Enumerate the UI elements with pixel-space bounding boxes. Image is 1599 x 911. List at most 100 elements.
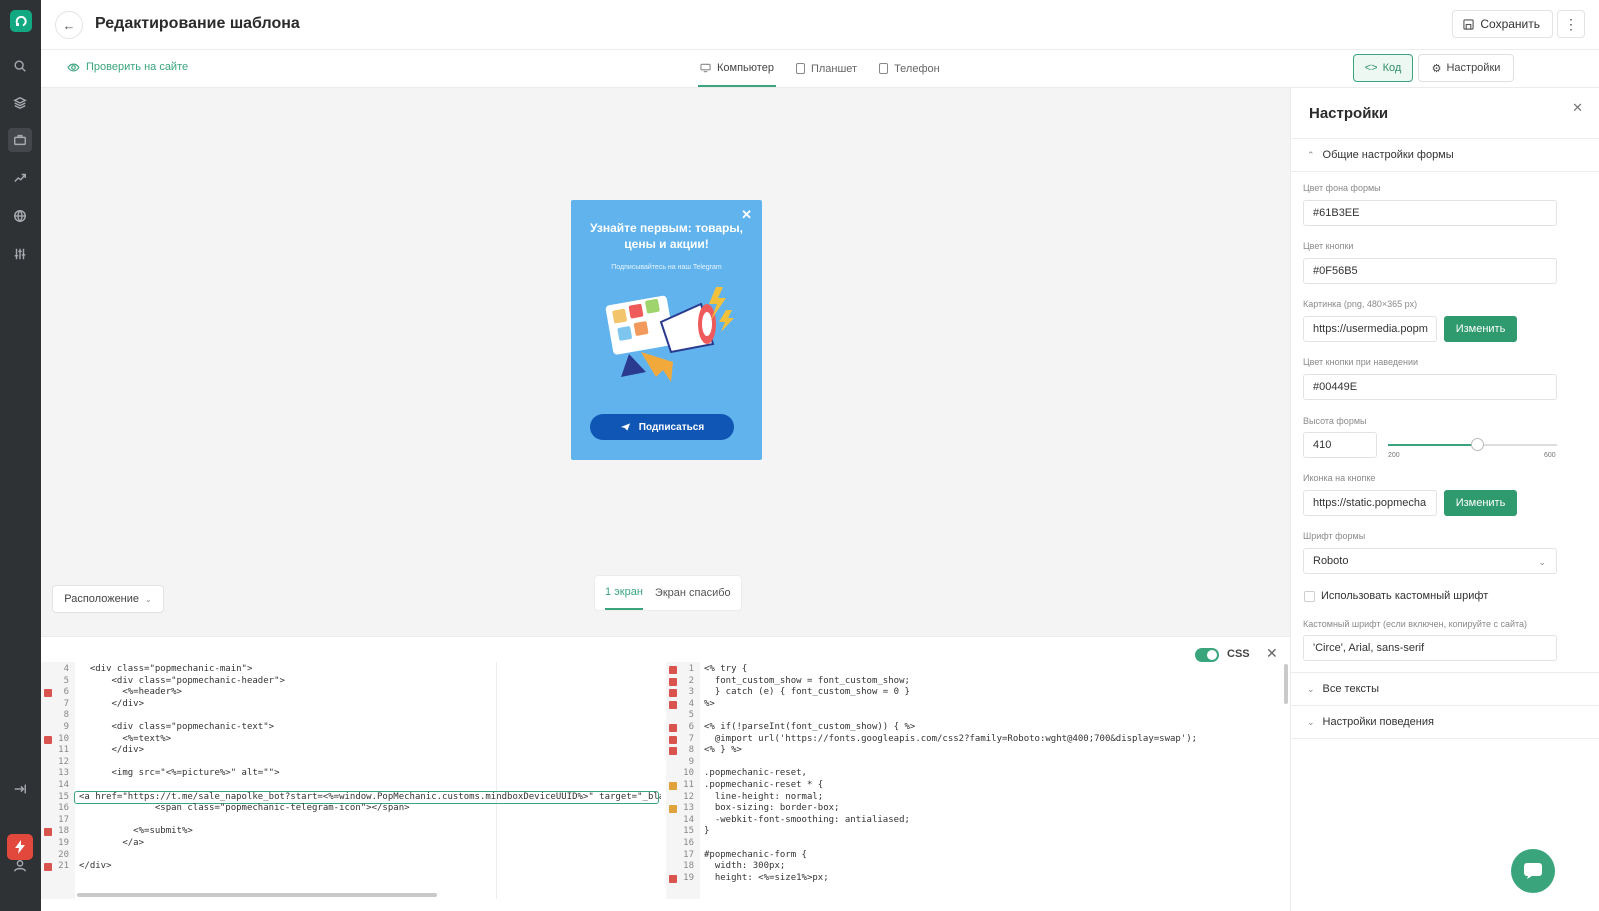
tab-tablet[interactable]: Планшет [794, 50, 859, 87]
code-line[interactable]: 7 </div> [41, 699, 661, 711]
code-line[interactable]: 19 height: <%=size1%>px; [666, 873, 1290, 885]
line-number: 6 [63, 687, 69, 698]
line-number: 2 [688, 675, 694, 686]
sliders-icon[interactable] [10, 244, 30, 264]
code-line[interactable]: 10 <%=text%> [41, 734, 661, 746]
tab-phone[interactable]: Телефон [877, 50, 942, 87]
settings-label: Настройки [1446, 62, 1501, 74]
height-field[interactable]: 410 [1303, 432, 1377, 458]
css-toggle[interactable] [1195, 648, 1219, 662]
html-editor[interactable]: 4 <div class="popmechanic-main"> 5 <div c… [41, 662, 661, 899]
code-line[interactable]: 19 </a> [41, 838, 661, 850]
code-line[interactable]: 4 %> [666, 699, 1290, 711]
search-icon[interactable] [10, 56, 30, 76]
close-settings-icon[interactable]: ✕ [1572, 100, 1583, 116]
picture-url-field[interactable]: https://usermedia.popm [1303, 316, 1437, 342]
code-line[interactable]: 9 <div class="popmechanic-text"> [41, 722, 661, 734]
code-text: </a> [79, 838, 145, 848]
trending-icon[interactable] [10, 168, 30, 188]
code-line[interactable]: 4 <div class="popmechanic-main"> [41, 664, 661, 676]
close-code-icon[interactable]: ✕ [1266, 645, 1278, 662]
code-text: @import url('https://fonts.googleapis.co… [704, 733, 1198, 744]
screen-tabs: 1 экран Экран спасибо [594, 575, 742, 611]
code-text: font_custom_show = font_custom_show; [704, 675, 910, 686]
custom-font-checkbox[interactable] [1304, 591, 1315, 602]
custom-font-checkbox-label: Использовать кастомный шрифт [1321, 590, 1489, 602]
code-line[interactable]: 6 <%=header%> [41, 687, 661, 699]
change-picture-button[interactable]: Изменить [1444, 316, 1517, 342]
code-text: <%=header%> [79, 687, 182, 698]
code-line[interactable]: 2 font_custom_show = font_custom_show; [666, 676, 1290, 688]
line-number: 8 [688, 745, 694, 756]
code-line[interactable]: 16 <span class="popmechanic-telegram-ico… [41, 803, 661, 815]
code-toggle-button[interactable]: <> Код [1353, 54, 1413, 82]
code-line[interactable]: 11 .popmechanic-reset * { [666, 780, 1290, 792]
code-line[interactable]: 3 } catch (e) { font_custom_show = 0 } [666, 687, 1290, 699]
code-line[interactable]: 6 <% if(!parseInt(font_custom_show)) { %> [666, 722, 1290, 734]
globe-icon[interactable] [10, 206, 30, 226]
code-line[interactable]: 13 <img src="<%=picture%>" alt=""> [41, 768, 661, 780]
code-line[interactable]: 13 box-sizing: border-box; [666, 803, 1290, 815]
arrangement-dropdown[interactable]: Расположение ⌄ [52, 585, 164, 613]
code-line[interactable]: 8 [41, 710, 661, 722]
code-line[interactable]: 21 </div> [41, 861, 661, 873]
custom-font-field[interactable]: 'Circe', Arial, sans-serif [1303, 635, 1557, 661]
section-behavior-toggle[interactable]: ⌄ Настройки поведения [1307, 716, 1434, 728]
tab-screen-thanks[interactable]: Экран спасибо [655, 576, 731, 610]
settings-toggle-button[interactable]: ⚙ Настройки [1418, 54, 1514, 82]
code-line[interactable]: 12 [41, 757, 661, 769]
more-options-button[interactable]: ⋮ [1557, 10, 1585, 38]
change-icon-button[interactable]: Изменить [1444, 490, 1517, 516]
code-line[interactable]: 20 [41, 850, 661, 862]
code-text: <%=text%> [79, 733, 172, 744]
button-color-field[interactable]: #0F56B5 [1303, 258, 1557, 284]
code-line[interactable]: 17 [41, 815, 661, 827]
code-line[interactable]: 15 <a href="https://t.me/sale_napolke_bot… [41, 790, 661, 804]
horizontal-scrollbar[interactable] [77, 893, 437, 897]
chat-support-button[interactable] [1511, 849, 1555, 893]
css-editor[interactable]: 1 <% try {2 font_custom_show = font_custo… [666, 662, 1290, 899]
save-icon [1463, 18, 1474, 30]
user-icon[interactable] [10, 856, 30, 876]
subscribe-button[interactable]: Подписаться [590, 414, 734, 440]
height-slider[interactable] [1388, 438, 1557, 451]
font-select[interactable]: Roboto ⌄ [1303, 548, 1557, 574]
layers-icon[interactable] [10, 93, 30, 113]
height-slider-knob[interactable] [1470, 438, 1484, 451]
code-line[interactable]: 15} [666, 826, 1290, 838]
icon-url-field[interactable]: https://static.popmecha [1303, 490, 1437, 516]
code-line[interactable]: 16 [666, 838, 1290, 850]
back-button[interactable]: ← [55, 11, 83, 39]
code-line[interactable]: 8 <% } %> [666, 745, 1290, 757]
code-line[interactable]: 5 [666, 710, 1290, 722]
code-line[interactable]: 7 @import url('https://fonts.googleapis.… [666, 734, 1290, 746]
code-line[interactable]: 14 -webkit-font-smoothing: antialiased; [666, 815, 1290, 827]
code-line[interactable]: 18 width: 300px; [666, 861, 1290, 873]
code-line[interactable]: 17 #popmechanic-form { [666, 850, 1290, 862]
section-texts-toggle[interactable]: ⌄ Все тексты [1307, 683, 1379, 695]
tab-screen-1[interactable]: 1 экран [605, 576, 643, 610]
line-number: 7 [63, 698, 69, 709]
code-line[interactable]: 18 <%=submit%> [41, 826, 661, 838]
code-line[interactable]: 9 [666, 757, 1290, 769]
line-number: 17 [58, 814, 69, 825]
tab-desktop[interactable]: Компьютер [698, 50, 776, 87]
code-line[interactable]: 11 </div> [41, 745, 661, 757]
popup-preview[interactable]: ✕ Узнайте первым: товары, цены и акции! … [571, 200, 762, 460]
code-text: </div> [79, 861, 112, 872]
collapse-sidebar-icon[interactable] [10, 779, 30, 799]
bg-color-field[interactable]: #61B3EE [1303, 200, 1557, 226]
check-on-site-link[interactable]: Проверить на сайте [67, 61, 188, 73]
code-line[interactable]: 14 [41, 780, 661, 792]
code-line[interactable]: 1 <% try { [666, 664, 1290, 676]
hover-color-field[interactable]: #00449E [1303, 374, 1557, 400]
line-number: 16 [683, 838, 694, 848]
divider [1291, 672, 1599, 673]
code-line[interactable]: 5 <div class="popmechanic-header"> [41, 676, 661, 688]
code-line[interactable]: 12 line-height: normal; [666, 792, 1290, 804]
code-line[interactable]: 10 .popmechanic-reset, [666, 768, 1290, 780]
save-button[interactable]: Сохранить [1452, 10, 1553, 38]
section-general-toggle[interactable]: ⌃ Общие настройки формы [1307, 149, 1454, 161]
app-logo-icon[interactable] [10, 10, 32, 32]
briefcase-icon[interactable] [8, 128, 32, 152]
